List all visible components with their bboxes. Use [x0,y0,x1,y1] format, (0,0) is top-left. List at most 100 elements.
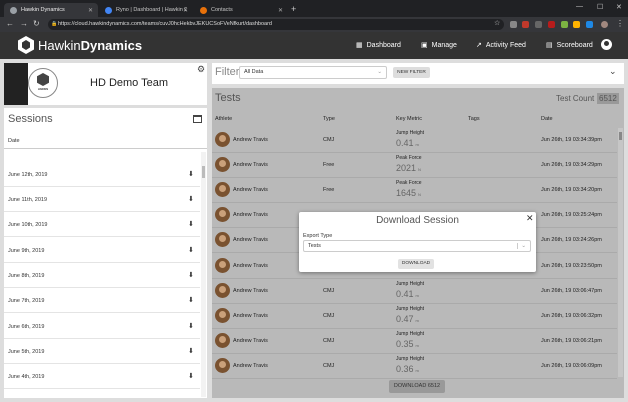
download-icon[interactable]: ⬇ [188,347,194,355]
maximize-icon[interactable]: ☐ [597,3,603,11]
avatar [215,283,230,298]
test-count-label: Test Count [556,94,595,103]
table-row[interactable]: Andrew Travis CMJ Jump Height 0.41 m Jun … [212,128,617,153]
test-date: Jun 26th, 19 03:23:50pm [541,263,602,269]
forward-icon[interactable]: → [20,19,28,28]
table-row[interactable]: Andrew Travis Free Peak Force 1645 N Jun … [212,178,617,203]
nav-dashboard[interactable]: ▦ Dashboard [356,41,401,50]
export-type-value: Tests [308,243,321,249]
close-window-icon[interactable]: ✕ [616,3,622,11]
export-type-select[interactable]: Tests ⌄ [303,240,531,252]
table-row[interactable]: Andrew Travis CMJ Jump Height 0.47 m Jun … [212,304,617,329]
download-icon[interactable]: ⬇ [188,220,194,228]
user-account-icon[interactable] [601,39,612,50]
new-tab-icon[interactable]: + [291,4,296,14]
browser-tab-ryno[interactable]: Ryno | Dashboard | Hawkin Dyn... ✕ [99,3,193,17]
test-date: Jun 26th, 19 03:34:29pm [541,162,602,168]
download-icon[interactable]: ⬇ [188,271,194,279]
contacts-favicon-icon [200,6,207,14]
test-date: Jun 26th, 19 03:06:32pm [541,313,602,319]
test-type: Free [323,162,335,168]
metric-unit: N [418,192,421,197]
table-row[interactable]: Andrew Travis CMJ Jump Height 0.35 m Jun … [212,329,617,354]
url-field[interactable]: 🔒 https://cloud.hawkindynamics.com/teams… [48,19,504,30]
column-header-key-metric[interactable]: Key Metric [396,116,422,122]
new-filter-button[interactable]: NEW FILTER [393,67,430,78]
test-type: CMJ [323,288,335,294]
download-icon[interactable]: ⬇ [188,195,194,203]
extension-icon[interactable] [561,21,568,28]
test-count-value: 6512 [597,93,619,104]
session-row[interactable]: June 9th, 2019 ⬇ [4,238,200,263]
download-icon[interactable]: ⬇ [188,322,194,330]
filter-label: Filter [215,66,240,78]
download-icon[interactable]: ⬇ [188,170,194,178]
close-tab-icon[interactable]: ✕ [183,7,188,14]
url-text: https://cloud.hawkindynamics.com/teams/c… [58,21,272,27]
brand-name[interactable]: HawkinDynamics [38,38,142,53]
session-row[interactable]: June 8th, 2019 ⬇ [4,263,200,288]
browser-tab-hawkin[interactable]: Hawkin Dynamics ✕ [4,3,98,17]
profile-avatar-icon[interactable] [601,21,608,28]
bookmark-star-icon[interactable]: ☆ [494,19,500,27]
close-tab-icon[interactable]: ✕ [88,7,93,14]
browser-tab-contacts[interactable]: Contacts ✕ [194,3,288,17]
session-row[interactable]: June 7th, 2019 ⬇ [4,288,200,313]
minimize-icon[interactable]: — [576,3,583,10]
tab-label: Hawkin Dynamics [21,7,65,13]
session-row[interactable]: June 6th, 2019 ⬇ [4,314,200,339]
filter-select[interactable]: All Data ⌄ [239,66,387,79]
metric-number: 2021 [396,163,417,173]
download-all-button[interactable]: DOWNLOAD 6512 [389,380,445,393]
avatar [215,232,230,247]
close-tab-icon[interactable]: ✕ [278,7,283,14]
extension-icon[interactable] [535,21,542,28]
session-row[interactable]: June 5th, 2019 ⬇ [4,339,200,364]
team-name: HD Demo Team [90,77,169,89]
session-row[interactable]: June 4th, 2019 ⬇ [4,364,200,389]
extension-icon[interactable] [510,21,517,28]
extension-icon[interactable] [573,21,580,28]
ryno-favicon-icon [105,6,112,14]
download-icon[interactable]: ⬇ [188,372,194,380]
extension-icon[interactable] [548,21,555,28]
nav-activity-feed[interactable]: ↗ Activity Feed [476,41,526,50]
metric-value: 2021 N [396,163,421,173]
column-header-type[interactable]: Type [323,116,335,122]
export-type-label: Export Type [303,233,333,239]
chevron-down-icon[interactable]: ⌄ [609,66,617,77]
trend-icon: ↗ [476,42,482,49]
scrollbar-thumb[interactable] [202,166,205,178]
column-header-athlete[interactable]: Athlete [215,116,232,122]
menu-kebab-icon[interactable]: ⋮ [616,19,624,28]
back-icon[interactable]: ← [6,19,14,28]
scrollbar-thumb[interactable] [619,132,622,140]
reload-icon[interactable]: ↻ [33,19,40,28]
calendar-icon[interactable] [193,115,202,123]
column-header-date[interactable]: Date [541,116,553,122]
session-row[interactable]: June 12th, 2019 ⬇ [4,162,200,187]
extension-icon[interactable] [522,21,529,28]
nav-scoreboard[interactable]: ▤ Scoreboard [546,41,593,50]
table-row[interactable]: Andrew Travis Free Peak Force 2021 N Jun … [212,153,617,178]
download-icon[interactable]: ⬇ [188,296,194,304]
tests-scrollbar[interactable] [618,128,623,377]
session-row[interactable]: June 10th, 2019 ⬇ [4,212,200,237]
test-date: Jun 26th, 19 03:06:47pm [541,288,602,294]
avatar [215,207,230,222]
table-row[interactable]: Andrew Travis CMJ Jump Height 0.41 m Jun … [212,279,617,304]
column-header-tags[interactable]: Tags [468,116,480,122]
download-icon[interactable]: ⬇ [188,246,194,254]
nav-manage[interactable]: ▣ Manage [421,41,457,50]
download-button[interactable]: DOWNLOAD [398,259,434,269]
metric-unit: N [418,167,421,172]
table-row[interactable]: Andrew Travis CMJ Jump Height 0.36 m Jun … [212,354,617,379]
hawkin-logo-icon[interactable] [18,36,34,54]
sessions-panel: Sessions Date June 12th, 2019 ⬇ June 11th… [4,108,207,398]
sessions-scrollbar[interactable] [201,152,206,397]
extension-icon[interactable] [586,21,593,28]
session-row[interactable]: June 11th, 2019 ⬇ [4,187,200,212]
nav-label: Scoreboard [556,41,593,49]
gear-icon[interactable]: ⚙ [197,64,205,75]
close-icon[interactable]: ✕ [526,213,534,224]
